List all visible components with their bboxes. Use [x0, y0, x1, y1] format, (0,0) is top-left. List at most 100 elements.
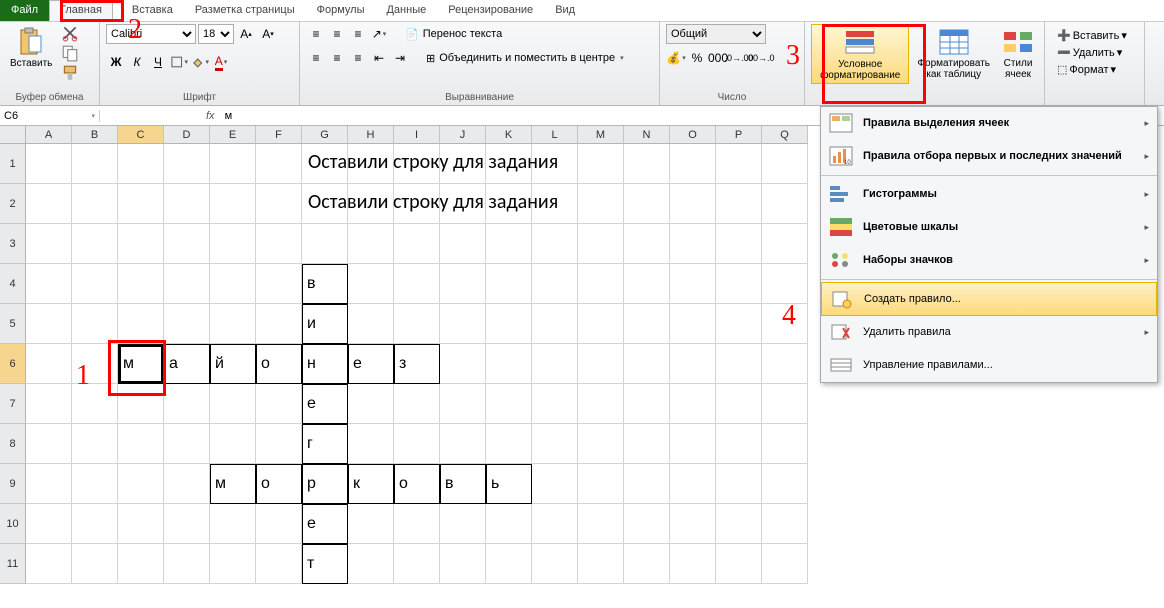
- format-painter-button[interactable]: [60, 64, 80, 82]
- row-header[interactable]: 2: [0, 184, 26, 224]
- col-header[interactable]: D: [164, 126, 210, 144]
- paste-button[interactable]: Вставить: [6, 24, 56, 71]
- align-middle-button[interactable]: ≡: [327, 24, 347, 44]
- col-header[interactable]: B: [72, 126, 118, 144]
- col-header[interactable]: C: [118, 126, 164, 144]
- font-size-select[interactable]: 18: [198, 24, 234, 44]
- menu-color-scales[interactable]: Цветовые шкалы ▸: [821, 211, 1157, 244]
- cell-G5[interactable]: и: [302, 304, 348, 344]
- cut-button[interactable]: [60, 24, 80, 42]
- bold-button[interactable]: Ж: [106, 52, 126, 72]
- insert-cells-button[interactable]: ➕Вставить ▾: [1055, 28, 1134, 43]
- tab-file[interactable]: Файл: [0, 0, 49, 21]
- row-header[interactable]: 5: [0, 304, 26, 344]
- fx-icon[interactable]: fx: [200, 110, 221, 122]
- cell-I6[interactable]: з: [394, 344, 440, 384]
- cell-F6[interactable]: о: [256, 344, 302, 384]
- cell-E9[interactable]: м: [210, 464, 256, 504]
- cell-F9[interactable]: о: [256, 464, 302, 504]
- underline-button[interactable]: Ч: [148, 52, 168, 72]
- cell-C6[interactable]: м: [118, 344, 164, 384]
- cell-styles-button[interactable]: Стили ячеек: [998, 24, 1038, 82]
- number-format-select[interactable]: Общий: [666, 24, 766, 44]
- row-header[interactable]: 7: [0, 384, 26, 424]
- borders-button[interactable]: [169, 52, 189, 72]
- orientation-button[interactable]: ↗: [369, 24, 389, 44]
- col-header[interactable]: F: [256, 126, 302, 144]
- cell-D6[interactable]: а: [164, 344, 210, 384]
- menu-clear-rules[interactable]: Удалить правила ▸: [821, 316, 1157, 349]
- cell-G8[interactable]: г: [302, 424, 348, 464]
- cell-G7[interactable]: е: [302, 384, 348, 424]
- col-header[interactable]: H: [348, 126, 394, 144]
- menu-top-bottom-rules[interactable]: 10 Правила отбора первых и последних зна…: [821, 140, 1157, 173]
- row-header[interactable]: 11: [0, 544, 26, 584]
- wrap-text-button[interactable]: 📄 Перенос текста: [401, 27, 506, 42]
- col-header[interactable]: Q: [762, 126, 808, 144]
- increase-indent-button[interactable]: ⇥: [390, 48, 410, 68]
- tab-review[interactable]: Рецензирование: [437, 0, 544, 21]
- menu-manage-rules[interactable]: Управление правилами...: [821, 349, 1157, 382]
- tab-page-layout[interactable]: Разметка страницы: [184, 0, 306, 21]
- increase-font-button[interactable]: A▴: [236, 24, 256, 44]
- menu-data-bars[interactable]: Гистограммы ▸: [821, 178, 1157, 211]
- menu-new-rule[interactable]: Создать правило...: [821, 282, 1157, 316]
- row-header[interactable]: 1: [0, 144, 26, 184]
- col-header[interactable]: L: [532, 126, 578, 144]
- font-family-select[interactable]: Calibri: [106, 24, 196, 44]
- col-header[interactable]: A: [26, 126, 72, 144]
- format-cells-button[interactable]: ⬚Формат ▾: [1055, 62, 1134, 77]
- cell-I9[interactable]: о: [394, 464, 440, 504]
- cell-E6[interactable]: й: [210, 344, 256, 384]
- row-header[interactable]: 6: [0, 344, 26, 384]
- tab-home[interactable]: Главная: [49, 0, 113, 21]
- delete-cells-button[interactable]: ➖Удалить ▾: [1055, 45, 1134, 60]
- merge-center-button[interactable]: ⊞ Объединить и поместить в центре: [422, 51, 628, 66]
- tab-view[interactable]: Вид: [544, 0, 586, 21]
- fill-color-button[interactable]: [190, 52, 210, 72]
- align-left-button[interactable]: ≡: [306, 48, 326, 68]
- row-header[interactable]: 8: [0, 424, 26, 464]
- font-color-button[interactable]: A: [211, 52, 231, 72]
- currency-button[interactable]: 💰: [666, 48, 686, 68]
- col-header[interactable]: P: [716, 126, 762, 144]
- cell-G11[interactable]: т: [302, 544, 348, 584]
- italic-button[interactable]: К: [127, 52, 147, 72]
- menu-icon-sets[interactable]: Наборы значков ▸: [821, 244, 1157, 277]
- percent-button[interactable]: %: [687, 48, 707, 68]
- col-header[interactable]: O: [670, 126, 716, 144]
- row-header[interactable]: 4: [0, 264, 26, 304]
- conditional-formatting-button[interactable]: Условное форматирование: [811, 24, 909, 84]
- tab-formulas[interactable]: Формулы: [306, 0, 376, 21]
- col-header[interactable]: G: [302, 126, 348, 144]
- col-header[interactable]: I: [394, 126, 440, 144]
- cell-G9[interactable]: р: [302, 464, 348, 504]
- cell-G6[interactable]: н: [302, 344, 348, 384]
- row-header[interactable]: 10: [0, 504, 26, 544]
- tab-data[interactable]: Данные: [375, 0, 437, 21]
- col-header[interactable]: N: [624, 126, 670, 144]
- format-as-table-button[interactable]: Форматировать как таблицу: [913, 24, 994, 82]
- cell-J9[interactable]: в: [440, 464, 486, 504]
- select-all-corner[interactable]: [0, 126, 26, 144]
- name-box[interactable]: C6: [0, 110, 100, 122]
- align-bottom-button[interactable]: ≡: [348, 24, 368, 44]
- tab-insert[interactable]: Вставка: [113, 0, 184, 21]
- align-top-button[interactable]: ≡: [306, 24, 326, 44]
- align-center-button[interactable]: ≡: [327, 48, 347, 68]
- row-header[interactable]: 3: [0, 224, 26, 264]
- cell-G10[interactable]: е: [302, 504, 348, 544]
- decrease-indent-button[interactable]: ⇤: [369, 48, 389, 68]
- col-header[interactable]: E: [210, 126, 256, 144]
- cell-H6[interactable]: е: [348, 344, 394, 384]
- cell-H9[interactable]: к: [348, 464, 394, 504]
- cell-G4[interactable]: в: [302, 264, 348, 304]
- row-header[interactable]: 9: [0, 464, 26, 504]
- cell-K9[interactable]: ь: [486, 464, 532, 504]
- decrease-font-button[interactable]: A▾: [258, 24, 278, 44]
- copy-button[interactable]: [60, 44, 80, 62]
- col-header[interactable]: M: [578, 126, 624, 144]
- col-header[interactable]: J: [440, 126, 486, 144]
- col-header[interactable]: K: [486, 126, 532, 144]
- align-right-button[interactable]: ≡: [348, 48, 368, 68]
